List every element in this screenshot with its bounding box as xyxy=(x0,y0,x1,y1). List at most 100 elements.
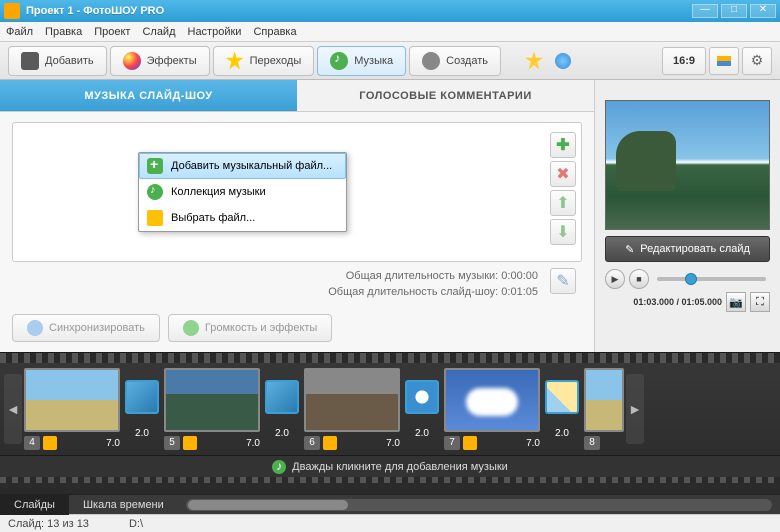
tab-slides-view[interactable]: Слайды xyxy=(0,495,69,515)
transition-duration: 2.0 xyxy=(135,428,149,439)
slide-duration: 7.0 xyxy=(246,438,260,449)
timeline-slide[interactable]: 67.0 xyxy=(304,368,400,450)
tab-slideshow-music[interactable]: МУЗЫКА СЛАЙД-ШОУ xyxy=(0,80,297,111)
transitions-label: Переходы xyxy=(250,55,302,67)
slide-number: 5 xyxy=(164,436,180,450)
slide-thumbnail[interactable] xyxy=(24,368,120,432)
slide-number: 7 xyxy=(444,436,460,450)
transition-item[interactable]: 2.0 xyxy=(402,380,442,439)
camera-icon: 📷 xyxy=(729,296,743,309)
pencil-icon[interactable] xyxy=(323,436,337,450)
delete-track-button[interactable]: ✖ xyxy=(550,161,576,187)
menu-choose-label: Выбрать файл... xyxy=(171,212,255,224)
preview-viewport[interactable] xyxy=(605,100,770,230)
slide-thumbnail[interactable] xyxy=(584,368,624,432)
app-icon xyxy=(4,3,20,19)
stop-button[interactable]: ■ xyxy=(629,269,649,289)
move-down-button[interactable]: ⬇ xyxy=(550,219,576,245)
music-note-icon xyxy=(272,460,286,474)
menu-add-music-file[interactable]: Добавить музыкальный файл... xyxy=(139,153,346,179)
menu-help[interactable]: Справка xyxy=(253,26,296,38)
menu-file[interactable]: Файл xyxy=(6,26,33,38)
tab-voiceover[interactable]: ГОЛОСОВЫЕ КОММЕНТАРИИ xyxy=(297,80,594,111)
status-path: D:\ xyxy=(129,518,143,530)
add-track-button[interactable]: ✚ xyxy=(550,132,576,158)
menu-slide[interactable]: Слайд xyxy=(142,26,175,38)
music-hint-label: Дважды кликните для добавления музыки xyxy=(292,461,508,473)
timeline-slide[interactable]: 47.0 xyxy=(24,368,120,450)
timeline-slide[interactable]: 57.0 xyxy=(164,368,260,450)
menu-project[interactable]: Проект xyxy=(94,26,130,38)
pencil-icon[interactable] xyxy=(463,436,477,450)
edit-slide-button[interactable]: ✎Редактировать слайд xyxy=(605,236,770,262)
slide-duration: 7.0 xyxy=(106,438,120,449)
slide-number: 4 xyxy=(24,436,40,450)
music-label: Музыка xyxy=(354,55,393,67)
music-track-hint[interactable]: Дважды кликните для добавления музыки xyxy=(0,455,780,477)
slide-thumbnail[interactable] xyxy=(164,368,260,432)
transitions-button[interactable]: Переходы xyxy=(213,46,315,76)
window-title: Проект 1 - ФотоШОУ PRO xyxy=(26,5,689,17)
menu-add-label: Добавить музыкальный файл... xyxy=(171,160,332,172)
transition-item[interactable]: 2.0 xyxy=(542,380,582,439)
playback-time: 01:03.000 / 01:05.000 xyxy=(605,297,722,307)
sync-icon xyxy=(27,320,43,336)
layout-button[interactable] xyxy=(709,47,739,75)
transition-item[interactable]: 2.0 xyxy=(262,380,302,439)
timeline-scrollbar[interactable] xyxy=(186,499,772,511)
palette-icon xyxy=(123,52,141,70)
add-label: Добавить xyxy=(45,55,94,67)
transition-duration: 2.0 xyxy=(555,428,569,439)
timeline-prev-button[interactable]: ◄ xyxy=(4,374,22,444)
globe-icon[interactable] xyxy=(555,53,571,69)
move-up-button[interactable]: ⬆ xyxy=(550,190,576,216)
gear-icon: ⚙ xyxy=(751,52,764,69)
close-button[interactable]: ✕ xyxy=(750,4,776,18)
volume-effects-button[interactable]: Громкость и эффекты xyxy=(168,314,332,342)
music-button[interactable]: Музыка xyxy=(317,46,406,76)
slide-duration: 7.0 xyxy=(526,438,540,449)
tab-timeline-view[interactable]: Шкала времени xyxy=(69,495,178,515)
fullscreen-button[interactable]: ⛶ xyxy=(750,292,770,312)
timeline-slide[interactable]: 77.0 xyxy=(444,368,540,450)
transition-duration: 2.0 xyxy=(275,428,289,439)
menu-music-collection[interactable]: Коллекция музыки xyxy=(139,179,346,205)
pencil-icon[interactable] xyxy=(183,436,197,450)
aspect-ratio-button[interactable]: 16:9 xyxy=(662,47,706,75)
play-button[interactable]: ▶ xyxy=(605,269,625,289)
slideshow-duration-label: Общая длительность слайд-шоу: 0:01:05 xyxy=(12,284,538,300)
transition-thumbnail[interactable] xyxy=(265,380,299,414)
settings-button[interactable]: ⚙ xyxy=(742,47,772,75)
minimize-button[interactable]: — xyxy=(692,4,718,18)
slide-number: 8 xyxy=(584,436,600,450)
music-note-icon xyxy=(147,184,163,200)
edit-track-button[interactable]: ✎ xyxy=(550,268,576,294)
folder-icon xyxy=(147,210,163,226)
transition-thumbnail[interactable] xyxy=(125,380,159,414)
menu-edit[interactable]: Правка xyxy=(45,26,82,38)
add-button[interactable]: Добавить xyxy=(8,46,107,76)
menu-settings[interactable]: Настройки xyxy=(188,26,242,38)
transition-thumbnail[interactable] xyxy=(545,380,579,414)
menu-choose-file[interactable]: Выбрать файл... xyxy=(139,205,346,231)
pencil-icon[interactable] xyxy=(43,436,57,450)
timeline-next-button[interactable]: ► xyxy=(626,374,644,444)
fullscreen-icon: ⛶ xyxy=(756,296,764,309)
timeline-slide[interactable]: 8 xyxy=(584,368,624,450)
create-button[interactable]: Создать xyxy=(409,46,501,76)
transition-thumbnail[interactable] xyxy=(405,380,439,414)
film-reel-icon xyxy=(422,52,440,70)
seek-slider[interactable] xyxy=(657,277,766,281)
plus-icon xyxy=(147,158,163,174)
music-note-icon xyxy=(330,52,348,70)
effects-button[interactable]: Эффекты xyxy=(110,46,210,76)
sync-button[interactable]: Синхронизировать xyxy=(12,314,160,342)
snapshot-button[interactable]: 📷 xyxy=(726,292,746,312)
volume-icon xyxy=(183,320,199,336)
film-strip-bottom xyxy=(0,477,780,483)
slide-thumbnail[interactable] xyxy=(304,368,400,432)
favorite-icon[interactable] xyxy=(525,52,543,70)
slide-thumbnail[interactable] xyxy=(444,368,540,432)
maximize-button[interactable]: □ xyxy=(721,4,747,18)
transition-item[interactable]: 2.0 xyxy=(122,380,162,439)
